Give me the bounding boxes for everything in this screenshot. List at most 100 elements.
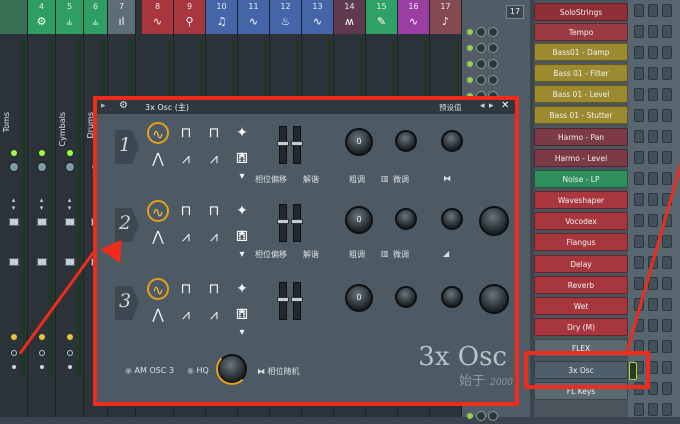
pattern-item[interactable]: Bass01 - Damp bbox=[534, 43, 628, 61]
channel-header[interactable]: 16 ∿ bbox=[398, 0, 429, 34]
route-arrows-icon[interactable]: ▴▾ bbox=[56, 196, 83, 212]
phase-rand-toggle[interactable]: ⧓ 相位随机 bbox=[257, 366, 300, 377]
prev-preset-icon[interactable]: ◂ bbox=[480, 101, 485, 111]
pattern-item[interactable]: Bass 01 - Level bbox=[534, 85, 628, 103]
pattern-item[interactable]: Vocodex bbox=[534, 212, 628, 230]
record-led[interactable] bbox=[10, 334, 17, 340]
step-button[interactable] bbox=[634, 4, 644, 17]
send-dot[interactable] bbox=[67, 365, 72, 369]
phase-knob[interactable] bbox=[441, 208, 463, 230]
waveform-0-icon[interactable]: ∿ bbox=[147, 122, 169, 144]
close-icon[interactable]: ✕ bbox=[501, 100, 509, 111]
channel-header[interactable]: 12 ♨ bbox=[270, 0, 301, 34]
channel-pan-knob[interactable] bbox=[488, 411, 498, 421]
step-button[interactable] bbox=[634, 151, 644, 164]
invert-arrows-icon[interactable]: ▴ ▾ bbox=[231, 222, 253, 260]
waveform-5-icon[interactable]: ⩘ bbox=[175, 148, 197, 170]
step-button[interactable] bbox=[634, 256, 644, 269]
waveform-4-icon[interactable]: ⋀ bbox=[147, 226, 169, 248]
waveform-1-icon[interactable]: ⊓ bbox=[175, 278, 197, 300]
fine-knob[interactable] bbox=[395, 286, 417, 308]
step-button[interactable] bbox=[662, 4, 672, 17]
fine-knob[interactable] bbox=[395, 130, 417, 152]
pan-knob[interactable] bbox=[36, 162, 47, 172]
step-button[interactable] bbox=[662, 109, 672, 122]
channel-header[interactable]: 17 ♪ bbox=[430, 0, 461, 34]
channel-header[interactable]: 11 ∿ bbox=[238, 0, 269, 34]
step-button[interactable] bbox=[648, 319, 658, 332]
record-led[interactable] bbox=[38, 334, 45, 340]
coarse-knob[interactable]: 0 bbox=[345, 206, 373, 234]
channel-pan-knob[interactable] bbox=[488, 27, 498, 37]
channel-led[interactable] bbox=[467, 413, 473, 419]
channel-volume-knob[interactable] bbox=[476, 411, 486, 421]
route-arrows-icon[interactable]: ▴▾ bbox=[0, 196, 27, 212]
step-button[interactable] bbox=[634, 109, 644, 122]
step-button[interactable] bbox=[634, 193, 644, 206]
pattern-item[interactable]: Harmo - Pan bbox=[534, 128, 628, 146]
channel-header[interactable]: 10 ♫ bbox=[206, 0, 237, 34]
step-button[interactable] bbox=[648, 4, 658, 17]
step-button[interactable] bbox=[648, 25, 658, 38]
volume-fader[interactable] bbox=[291, 204, 303, 242]
record-led[interactable] bbox=[66, 334, 73, 340]
phase-knob[interactable] bbox=[441, 286, 463, 308]
pattern-item[interactable]: Tempo bbox=[534, 23, 628, 41]
volume-fader[interactable] bbox=[291, 282, 303, 320]
volume-fader-2[interactable] bbox=[64, 258, 75, 266]
volume-fader-2[interactable] bbox=[36, 258, 47, 266]
waveform-0-icon[interactable]: ∿ bbox=[147, 278, 169, 300]
fader-handle[interactable] bbox=[291, 219, 303, 224]
send-dot[interactable] bbox=[39, 365, 44, 369]
step-button[interactable] bbox=[634, 235, 644, 248]
waveform-5-icon[interactable]: ⩘ bbox=[175, 226, 197, 248]
step-button[interactable] bbox=[648, 403, 658, 416]
step-button[interactable] bbox=[662, 277, 672, 290]
channel-volume-knob[interactable] bbox=[476, 27, 486, 37]
channel-header[interactable]: 13 ∿ bbox=[302, 0, 333, 34]
collapse-arrow-icon[interactable]: ▸ bbox=[101, 101, 106, 111]
route-dot[interactable] bbox=[66, 350, 73, 356]
route-arrows-icon[interactable]: ▴▾ bbox=[28, 196, 55, 212]
stereo-detune-knob[interactable] bbox=[479, 284, 509, 314]
phase-knob[interactable] bbox=[441, 130, 463, 152]
step-button[interactable] bbox=[662, 361, 672, 374]
pattern-item[interactable]: Bass 01 - Filter bbox=[534, 64, 628, 82]
step-button[interactable] bbox=[648, 46, 658, 59]
channel-led[interactable] bbox=[467, 77, 473, 83]
step-button[interactable] bbox=[648, 88, 658, 101]
coarse-knob[interactable]: 0 bbox=[345, 284, 373, 312]
coarse-knob[interactable]: 0 bbox=[345, 128, 373, 156]
step-button[interactable] bbox=[648, 298, 658, 311]
invert-arrows-icon[interactable]: ▴ ▾ bbox=[231, 300, 253, 338]
pattern-item[interactable]: Wet bbox=[534, 297, 628, 315]
pattern-item[interactable]: Waveshaper bbox=[534, 191, 628, 209]
pan-knob[interactable] bbox=[64, 162, 75, 172]
channel-led[interactable] bbox=[467, 45, 473, 51]
channel-enable-led[interactable] bbox=[38, 150, 45, 156]
mixer-channel[interactable]: 4 ⚙ ▴ ▾ bbox=[28, 0, 56, 417]
route-dot[interactable] bbox=[10, 350, 17, 356]
waveform-1-icon[interactable]: ⊓ bbox=[175, 200, 197, 222]
channel-header[interactable]: 9 ⚲ bbox=[174, 0, 205, 34]
step-button[interactable] bbox=[662, 256, 672, 269]
waveform-4-icon[interactable]: ⋀ bbox=[147, 148, 169, 170]
waveform-5-icon[interactable]: ⩘ bbox=[175, 304, 197, 326]
step-button[interactable] bbox=[662, 25, 672, 38]
presets-label[interactable]: 预设值 bbox=[439, 102, 462, 113]
waveform-0-icon[interactable]: ∿ bbox=[147, 200, 169, 222]
pan-fader[interactable] bbox=[277, 282, 289, 320]
waveform-2-icon[interactable]: ⊓ bbox=[203, 278, 225, 300]
step-button[interactable] bbox=[662, 403, 672, 416]
fader-handle[interactable] bbox=[277, 141, 289, 146]
plugin-title-bar[interactable]: ▸ ⚙ 3x Osc (主) 预设值 ◂ ▸ ✕ bbox=[97, 100, 515, 114]
channel-pan-knob[interactable] bbox=[488, 43, 498, 53]
volume-fader[interactable] bbox=[291, 126, 303, 164]
step-button[interactable] bbox=[648, 214, 658, 227]
waveform-6-icon[interactable]: ⩘ bbox=[203, 304, 225, 326]
step-button[interactable] bbox=[662, 151, 672, 164]
waveform-6-icon[interactable]: ⩘ bbox=[203, 226, 225, 248]
step-button[interactable] bbox=[648, 109, 658, 122]
pattern-item[interactable]: Delay bbox=[534, 255, 628, 273]
pattern-item[interactable]: Dry (M) bbox=[534, 318, 628, 336]
